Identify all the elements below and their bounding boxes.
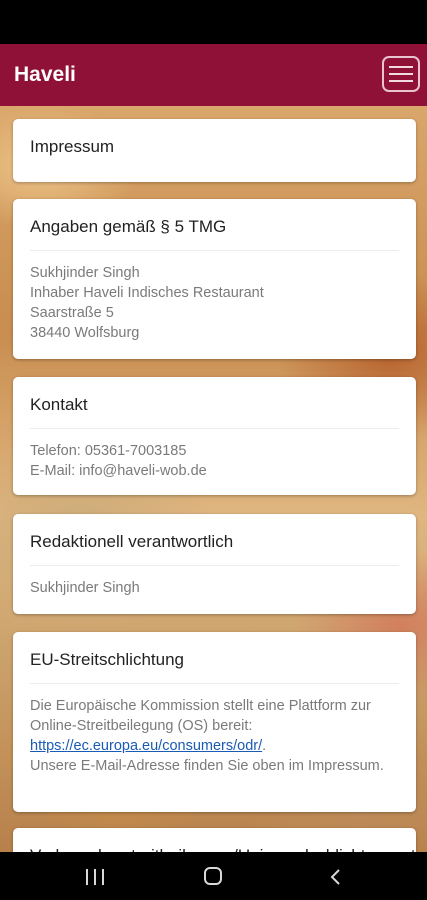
card-redaktionell: Redaktionell verantwortlich Sukhjinder S… <box>13 514 416 614</box>
card-impressum: Impressum <box>13 119 416 182</box>
email-note: Unsere E-Mail-Adresse finden Sie oben im… <box>30 758 384 774</box>
phone-text[interactable]: Telefon: 05361-7003185 <box>30 441 399 461</box>
card-title: Kontakt <box>30 395 88 414</box>
recents-icon[interactable] <box>86 869 104 885</box>
card-kontakt: Kontakt Telefon: 05361-7003185 E-Mail: i… <box>13 377 416 495</box>
card-title: Angaben gemäß § 5 TMG <box>30 217 227 236</box>
card-body: Sukhjinder Singh Inhaber Haveli Indische… <box>13 251 416 343</box>
email-text[interactable]: E-Mail: info@haveli-wob.de <box>30 461 399 481</box>
home-icon[interactable] <box>204 867 222 885</box>
card-angaben: Angaben gemäß § 5 TMG Sukhjinder Singh I… <box>13 199 416 359</box>
eu-text-period: . <box>262 738 267 754</box>
card-title: Redaktionell verantwortlich <box>30 532 234 551</box>
navigation-bar <box>0 852 427 900</box>
card-body: Die Europäische Kommission stellt eine P… <box>13 684 416 776</box>
card-eu-streitschlichtung: EU-Streitschlichtung Die Europäische Kom… <box>13 632 416 812</box>
card-title: Impressum <box>30 137 115 156</box>
card-title: Verbraucherstreitbeilegung/Universalschl… <box>13 828 416 852</box>
owner-name: Sukhjinder Singh <box>30 265 140 281</box>
eu-text: Die Europäische Kommission stellt eine P… <box>30 698 371 734</box>
app-bar: Haveli <box>0 44 427 106</box>
card-body: Sukhjinder Singh <box>13 566 416 598</box>
responsible-name: Sukhjinder Singh <box>30 580 140 596</box>
street-address: Saarstraße 5 <box>30 305 114 321</box>
hamburger-menu-icon[interactable] <box>382 56 420 92</box>
card-verbraucherstreitbeilegung: Verbraucherstreitbeilegung/Universalschl… <box>13 828 416 852</box>
owner-role: Inhaber Haveli Indisches Restaurant <box>30 285 264 301</box>
back-icon[interactable] <box>329 869 341 885</box>
city-address: 38440 Wolfsburg <box>30 325 140 341</box>
odr-link[interactable]: https://ec.europa.eu/consumers/odr/ <box>30 738 262 754</box>
status-bar <box>0 0 427 44</box>
content-area[interactable]: Impressum Angaben gemäß § 5 TMG Sukhjind… <box>0 106 427 852</box>
card-title: EU-Streitschlichtung <box>30 650 185 669</box>
card-body: Telefon: 05361-7003185 E-Mail: info@have… <box>13 429 416 481</box>
app-title: Haveli <box>14 63 76 86</box>
